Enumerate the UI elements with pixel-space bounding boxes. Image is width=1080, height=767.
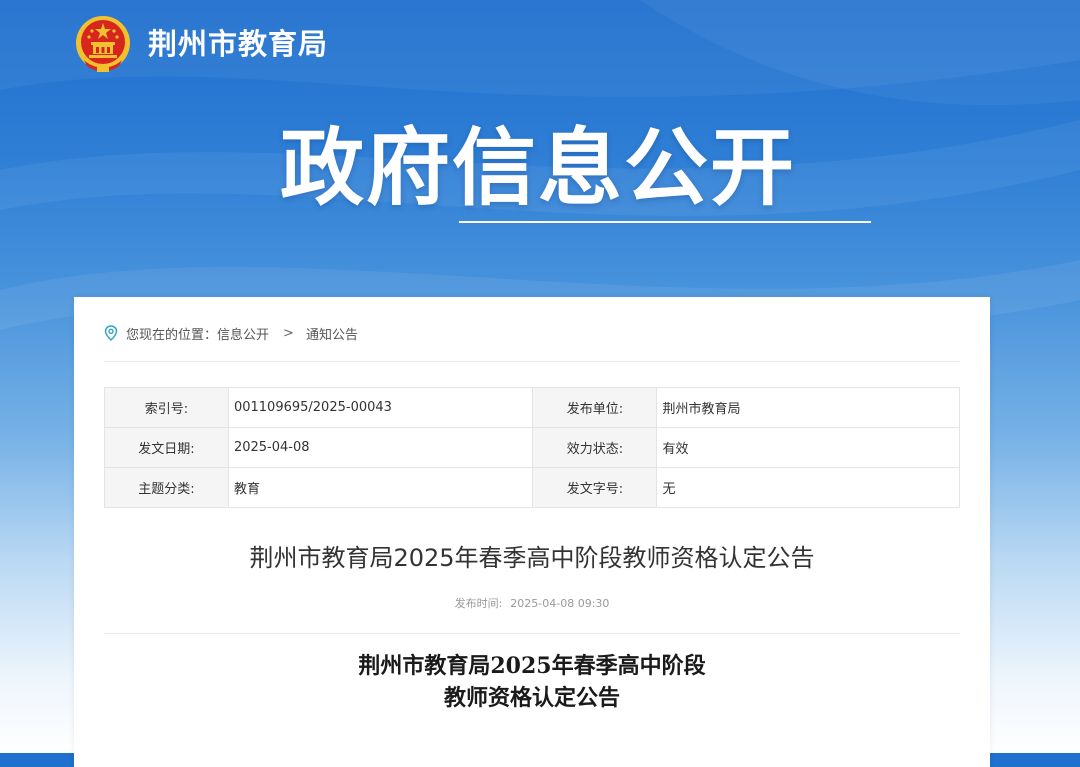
meta-value-validity: 有效 (656, 427, 960, 468)
body-title: 荆州市教育局2025年春季高中阶段 教师资格认定公告 (104, 650, 960, 714)
body-title-line: 荆州市教育局2025年春季高中阶段 (358, 653, 706, 679)
meta-row: 发文日期: 2025-04-08 效力状态: 有效 (104, 427, 960, 468)
meta-value-topic: 教育 (227, 467, 534, 508)
breadcrumb-item-info-public[interactable]: 信息公开 (217, 324, 269, 343)
meta-row: 索引号: 001109695/2025-00043 发布单位: 荆州市教育局 (104, 387, 960, 428)
meta-value-doc-number: 无 (656, 467, 960, 508)
meta-key-validity: 效力状态: (532, 427, 658, 468)
publish-time-value: 2025-04-08 09:30 (510, 597, 610, 610)
location-pin-icon (104, 325, 118, 341)
meta-value-index: 001109695/2025-00043 (227, 387, 534, 428)
site-name[interactable]: 荆州市教育局 (148, 24, 328, 64)
body-title-line: 教师资格认定公告 (443, 685, 620, 711)
hero-title: 政府信息公开 (280, 119, 797, 217)
article-divider (104, 633, 960, 634)
breadcrumb: 您现在的位置： 信息公开 > 通知公告 (104, 322, 358, 344)
breadcrumb-prefix: 您现在的位置： (126, 327, 218, 343)
meta-key-publisher: 发布单位: (532, 387, 658, 428)
hero-underline (459, 221, 871, 223)
meta-key-topic: 主题分类: (104, 467, 229, 508)
breadcrumb-separator: > (283, 325, 294, 341)
breadcrumb-divider (104, 361, 960, 362)
meta-key-index: 索引号: (104, 387, 229, 428)
meta-key-issue-date: 发文日期: (104, 427, 229, 468)
meta-value-issue-date: 2025-04-08 (227, 427, 534, 468)
national-emblem-icon (76, 16, 130, 72)
meta-value-publisher: 荆州市教育局 (656, 387, 960, 428)
document-meta-table: 索引号: 001109695/2025-00043 发布单位: 荆州市教育局 发… (104, 387, 960, 508)
breadcrumb-item-notices[interactable]: 通知公告 (306, 324, 358, 343)
article-title: 荆州市教育局2025年春季高中阶段教师资格认定公告 (249, 544, 815, 572)
publish-time-label: 发布时间: (454, 597, 503, 610)
meta-key-doc-number: 发文字号: (532, 467, 658, 508)
meta-row: 主题分类: 教育 发文字号: 无 (104, 467, 960, 508)
publish-time: 发布时间: 2025-04-08 09:30 (104, 595, 960, 613)
